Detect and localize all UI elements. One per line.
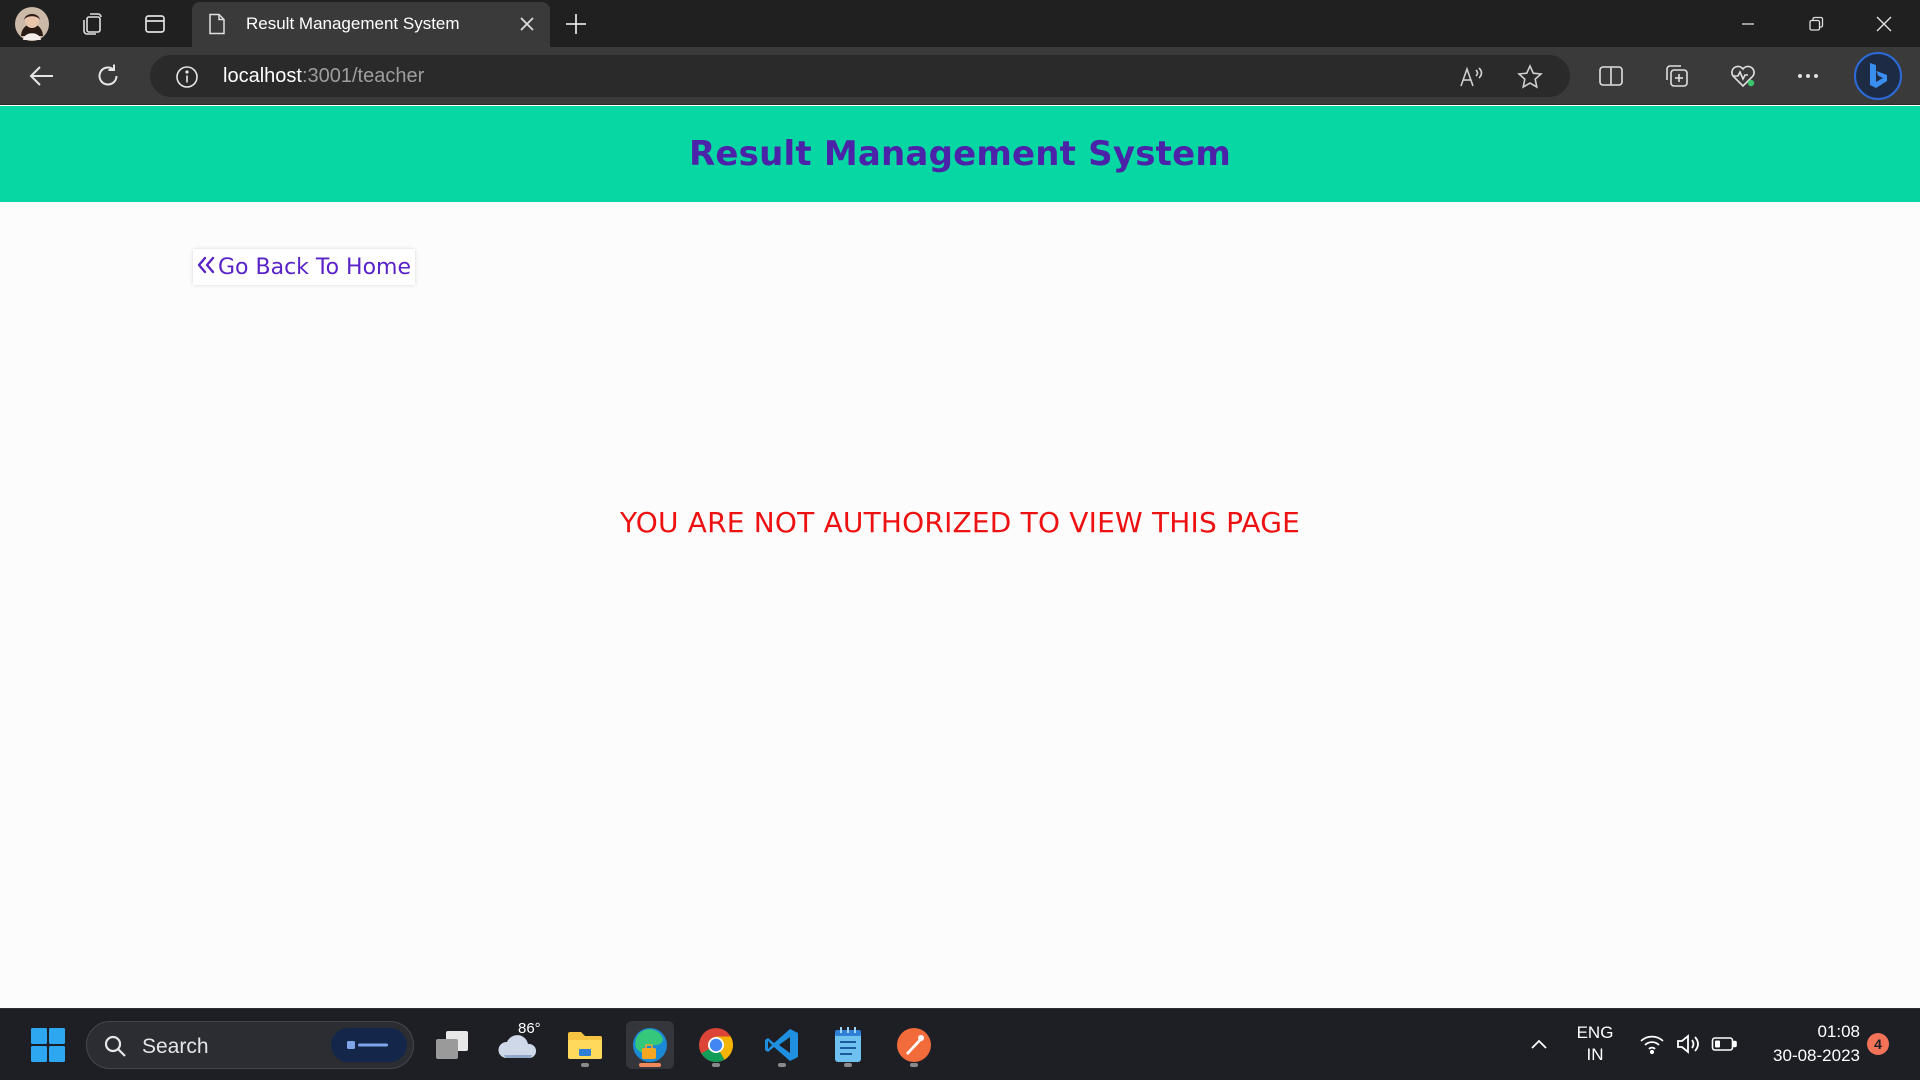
running-indicator — [778, 1063, 786, 1067]
running-indicator — [910, 1063, 918, 1067]
back-icon[interactable] — [24, 58, 60, 94]
minimize-button[interactable] — [1714, 0, 1782, 47]
running-indicator — [712, 1063, 720, 1067]
go-back-home-label: Go Back To Home — [218, 254, 412, 280]
file-explorer-icon[interactable] — [561, 1021, 609, 1069]
running-indicator — [844, 1063, 852, 1067]
volume-icon[interactable] — [1674, 1030, 1702, 1058]
browser-essentials-icon[interactable] — [1727, 60, 1759, 92]
tab-actions-icon[interactable] — [137, 6, 173, 42]
bing-copilot-icon[interactable] — [1854, 52, 1902, 100]
language-indicator[interactable]: ENG IN — [1574, 1022, 1616, 1066]
close-tab-icon[interactable] — [512, 9, 542, 39]
clock-time: 01:08 — [1817, 1022, 1860, 1041]
show-hidden-icons-chevron-icon[interactable] — [1525, 1030, 1553, 1058]
split-screen-icon[interactable] — [1595, 60, 1627, 92]
page-icon — [208, 13, 226, 40]
browser-tab-strip: Result Management System — [0, 0, 1920, 47]
search-placeholder: Search — [142, 1035, 209, 1058]
taskbar-search[interactable]: Search — [86, 1021, 414, 1069]
windows-start-icon[interactable] — [24, 1021, 72, 1069]
tab-title: Result Management System — [246, 14, 460, 33]
site-info-icon[interactable] — [175, 65, 199, 94]
postman-icon[interactable] — [890, 1021, 938, 1069]
profile-avatar[interactable] — [14, 6, 50, 42]
url-host: localhost — [223, 65, 302, 87]
go-back-home-link[interactable]: Go Back To Home — [193, 249, 416, 285]
running-indicator — [581, 1063, 589, 1067]
url-path: :3001/teacher — [301, 65, 425, 87]
windows-taskbar: Search — [0, 1008, 1920, 1080]
clock-date: 30-08-2023 — [1773, 1046, 1860, 1065]
weather-temperature: 86° — [518, 1020, 541, 1037]
more-options-icon[interactable] — [1792, 60, 1824, 92]
search-icon — [103, 1034, 127, 1063]
app-title: Result Management System — [689, 134, 1231, 174]
battery-icon[interactable] — [1710, 1030, 1738, 1058]
double-chevron-left-icon — [196, 255, 216, 280]
task-view-icon[interactable] — [428, 1021, 476, 1069]
read-aloud-icon[interactable] — [1457, 63, 1485, 91]
refresh-icon[interactable] — [90, 58, 126, 94]
unauthorized-message: YOU ARE NOT AUTHORIZED TO VIEW THIS PAGE — [619, 506, 1301, 539]
browser-toolbar: localhost:3001/teacher — [0, 47, 1920, 105]
notification-count-badge[interactable]: 4 — [1867, 1033, 1889, 1055]
page-body: Go Back To Home YOU ARE NOT AUTHORIZED T… — [0, 202, 1920, 1008]
url-text[interactable]: localhost:3001/teacher — [223, 65, 424, 88]
system-clock[interactable]: 01:08 30-08-2023 — [1752, 1020, 1860, 1068]
address-bar[interactable]: localhost:3001/teacher — [150, 55, 1570, 97]
chrome-icon[interactable] — [692, 1021, 740, 1069]
close-window-button[interactable] — [1850, 0, 1918, 47]
tab-result-management[interactable]: Result Management System — [192, 2, 550, 47]
language-code: ENG — [1576, 1023, 1614, 1042]
search-highlight-badge-icon — [331, 1028, 407, 1062]
wifi-icon[interactable] — [1638, 1030, 1666, 1058]
notepad-icon[interactable] — [824, 1021, 872, 1069]
restore-button[interactable] — [1782, 0, 1850, 47]
favorite-star-icon[interactable] — [1516, 63, 1544, 91]
region-code: IN — [1586, 1045, 1604, 1064]
active-indicator — [639, 1063, 661, 1067]
new-tab-button[interactable] — [559, 8, 593, 40]
workspaces-icon[interactable] — [74, 6, 110, 42]
collections-icon[interactable] — [1661, 60, 1693, 92]
edge-browser-icon[interactable] — [626, 1021, 674, 1069]
vscode-icon[interactable] — [758, 1021, 806, 1069]
app-header: Result Management System — [0, 106, 1920, 202]
